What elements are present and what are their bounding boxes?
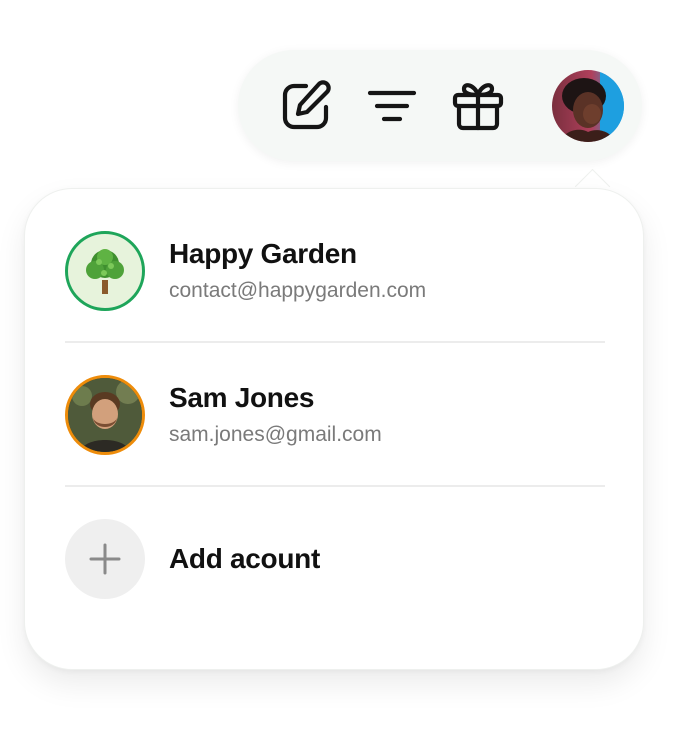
account-email: sam.jones@gmail.com [169,423,382,446]
gift-button[interactable] [450,78,506,134]
account-name: Sam Jones [169,382,315,413]
divider [65,341,605,343]
account-name: Happy Garden [169,238,357,269]
avatar [65,375,145,455]
account-item-sam-jones[interactable]: Sam Jones sam.jones@gmail.com [65,375,605,455]
account-switcher: Happy Garden contact@happygarden.com Sam… [0,0,694,743]
account-info: Sam Jones sam.jones@gmail.com [169,381,382,449]
edit-icon [279,79,333,133]
account-item-happy-garden[interactable]: Happy Garden contact@happygarden.com [65,231,605,311]
add-account-label: Add acount [169,543,320,574]
add-account-text: Add acount [169,542,320,576]
plus-icon [89,543,121,575]
edit-button[interactable] [278,78,334,134]
avatar [65,231,145,311]
divider [65,485,605,487]
account-email: contact@happygarden.com [169,279,427,302]
profile-photo [552,70,624,142]
gift-icon [451,79,505,133]
add-account-circle [65,519,145,599]
add-account-button[interactable]: Add acount [65,519,605,599]
filter-icon [367,86,417,126]
account-menu: Happy Garden contact@happygarden.com Sam… [24,188,644,670]
filter-button[interactable] [364,78,420,134]
toolbar [238,50,642,161]
tree-icon [86,249,124,294]
user-avatar[interactable] [552,70,624,142]
profile-photo [68,378,142,452]
account-info: Happy Garden contact@happygarden.com [169,237,426,305]
